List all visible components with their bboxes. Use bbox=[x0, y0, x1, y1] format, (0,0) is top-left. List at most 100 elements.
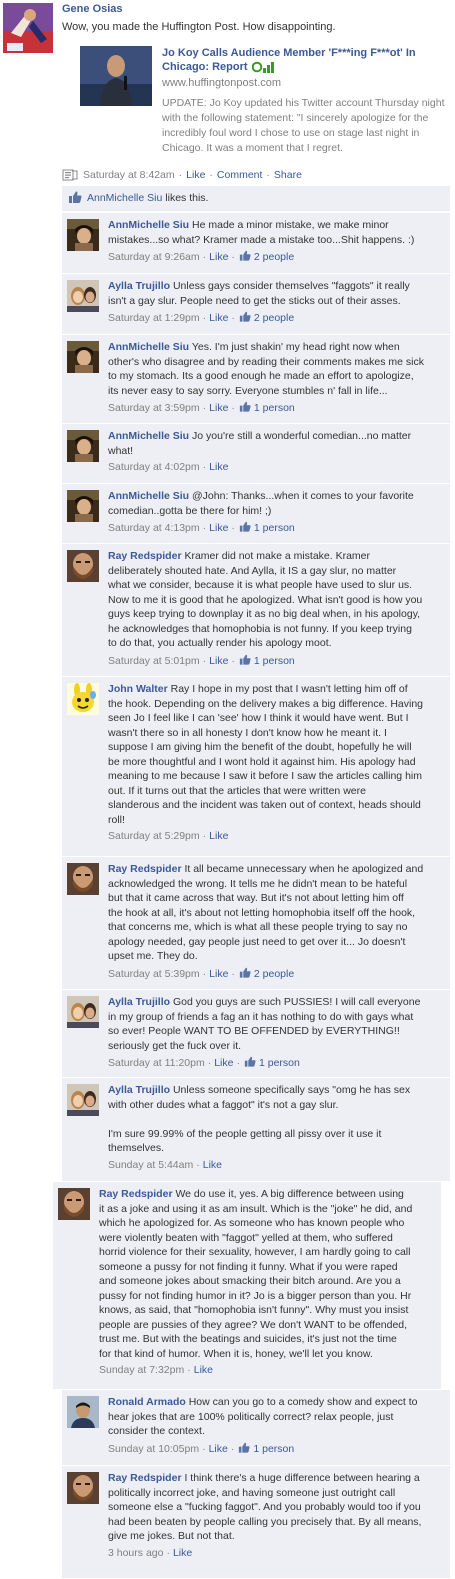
comment-likes-count[interactable]: 1 person bbox=[254, 522, 295, 534]
commenter-avatar[interactable] bbox=[67, 430, 99, 462]
commenter-name[interactable]: AnnMichelle Siu bbox=[108, 219, 189, 231]
comment-body: John Walter Ray I hope in my post that I… bbox=[108, 682, 423, 827]
separator-dot: · bbox=[236, 1057, 240, 1069]
comment-line: in my group of friends a fag an it has n… bbox=[108, 1010, 420, 1025]
comment-timestamp[interactable]: Saturday at 5:39pm bbox=[108, 968, 200, 980]
commenter-avatar[interactable] bbox=[67, 863, 99, 895]
poster-avatar[interactable] bbox=[3, 3, 53, 53]
comment-likes-count[interactable]: 2 people bbox=[254, 312, 294, 324]
separator-dot: · bbox=[207, 1057, 212, 1069]
commenter-name[interactable]: AnnMichelle Siu bbox=[108, 490, 189, 502]
comment-text: hear jokes that are 100% politically cor… bbox=[108, 1410, 394, 1423]
comment-like-link[interactable]: Like bbox=[209, 655, 228, 667]
comment-timestamp[interactable]: Sunday at 7:32pm bbox=[99, 1364, 184, 1376]
comment-line: for that kind of humor. When it is, hone… bbox=[99, 1347, 412, 1362]
commenter-avatar[interactable] bbox=[67, 490, 99, 522]
commenter-name[interactable]: Aylla Trujillo bbox=[108, 280, 170, 292]
comment-like-link[interactable]: Like bbox=[209, 830, 228, 842]
comment-like-link[interactable]: Like bbox=[209, 968, 228, 980]
post-share-link[interactable]: Share bbox=[274, 169, 302, 181]
comment-text: what! bbox=[108, 444, 134, 457]
post-like-link[interactable]: Like bbox=[186, 169, 205, 181]
commenter-name[interactable]: Ray Redspider bbox=[99, 1188, 173, 1200]
comment-likes-count[interactable]: 2 people bbox=[254, 968, 294, 980]
commenter-name[interactable]: Ray Redspider bbox=[108, 550, 182, 562]
commenter-avatar[interactable] bbox=[67, 1084, 99, 1116]
comment-likes-count[interactable]: 1 person bbox=[254, 655, 295, 667]
comment: AnnMichelle Siu Yes. I'm just shakin' my… bbox=[62, 335, 450, 424]
commenter-avatar[interactable] bbox=[67, 1472, 99, 1504]
comment-text: comedian..gotta be there for him! ;) bbox=[108, 504, 272, 517]
comment-text: Unless someone specifically says "omg he… bbox=[172, 1084, 411, 1096]
separator-dot: · bbox=[231, 654, 235, 667]
commenter-name[interactable]: Aylla Trujillo bbox=[108, 996, 170, 1008]
commenter-name[interactable]: AnnMichelle Siu bbox=[108, 341, 189, 353]
comment-like-link[interactable]: Like bbox=[209, 402, 228, 414]
comment-like-link[interactable]: Like bbox=[173, 1547, 192, 1559]
commenter-name[interactable]: Ray Redspider bbox=[108, 1472, 182, 1484]
commenter-name[interactable]: John Walter bbox=[108, 683, 168, 695]
commenter-avatar[interactable] bbox=[67, 550, 99, 582]
comment-body: Ray Redspider Kramer did not make a mist… bbox=[108, 549, 422, 651]
commenter-name[interactable]: Ray Redspider bbox=[108, 863, 182, 875]
commenter-avatar[interactable] bbox=[67, 219, 99, 251]
comment-line: Now to me it is good that he apologized.… bbox=[108, 593, 422, 608]
comment-timestamp[interactable]: Saturday at 3:59pm bbox=[108, 402, 200, 414]
comment-timestamp[interactable]: Saturday at 11:20pm bbox=[108, 1057, 205, 1069]
comment-text: seen Jo I feel like I can 'see' how I th… bbox=[108, 712, 409, 724]
commenter-name[interactable]: Aylla Trujillo bbox=[108, 1084, 170, 1096]
commenter-avatar[interactable] bbox=[67, 683, 99, 715]
comment-line: that concerns me, which is what all thes… bbox=[108, 920, 423, 935]
comment-line: Ronald Armado How can you go to a comedy… bbox=[108, 1395, 418, 1410]
comment-line: its never easy to say sorry. Everyone st… bbox=[108, 384, 424, 399]
shared-link-icon bbox=[62, 169, 78, 181]
link-title-line[interactable]: Chicago: Report bbox=[162, 60, 248, 74]
comment-timestamp[interactable]: Saturday at 4:02pm bbox=[108, 461, 200, 473]
comment-text: Now to me it is good that he apologized.… bbox=[108, 593, 423, 606]
comment-line: apology needed, gay people just need to … bbox=[108, 935, 423, 950]
comment-like-link[interactable]: Like bbox=[209, 522, 228, 534]
commenter-avatar[interactable] bbox=[67, 996, 99, 1028]
comment-line: be more thoughtful and I wont hold it ag… bbox=[108, 755, 423, 770]
comment-likes-count[interactable]: 1 person bbox=[253, 1443, 294, 1455]
comment-text: Ray I hope in my post that I wasn't lett… bbox=[170, 683, 408, 695]
comment-timestamp[interactable]: Sunday at 5:44am bbox=[108, 1159, 193, 1171]
comment-likes-count[interactable]: 1 person bbox=[259, 1057, 300, 1069]
poster-name[interactable]: Gene Osias bbox=[62, 3, 452, 16]
comment-like-link[interactable]: Like bbox=[209, 461, 228, 473]
likes-text: likes this. bbox=[165, 192, 209, 204]
link-thumbnail[interactable] bbox=[80, 46, 152, 106]
link-title[interactable]: Jo Koy Calls Audience Member 'F***ing F*… bbox=[162, 46, 455, 74]
comment-timestamp[interactable]: Saturday at 9:26am bbox=[108, 251, 200, 263]
comment-line: Ray Redspider Kramer did not make a mist… bbox=[108, 549, 422, 564]
commenter-avatar[interactable] bbox=[67, 280, 99, 312]
comment-timestamp[interactable]: Saturday at 5:29pm bbox=[108, 830, 200, 842]
comment-line: knows, as said, that "homophobia isn't f… bbox=[99, 1303, 412, 1318]
link-url[interactable]: www.huffingtonpost.com bbox=[162, 76, 455, 90]
post-timestamp[interactable]: Saturday at 8:42am bbox=[83, 169, 175, 181]
liker-name-link[interactable]: AnnMichelle Siu bbox=[87, 192, 162, 204]
commenter-avatar[interactable] bbox=[67, 1396, 99, 1428]
comment: Ray Redspider Kramer did not make a mist… bbox=[62, 544, 450, 677]
comment-likes-count[interactable]: 2 people bbox=[254, 251, 294, 263]
comment-likes-count[interactable]: 1 person bbox=[254, 402, 295, 414]
commenter-avatar[interactable] bbox=[67, 341, 99, 373]
comment-timestamp[interactable]: Sunday at 10:05pm bbox=[108, 1443, 199, 1455]
separator-dot: · bbox=[231, 967, 235, 980]
post-comment-link[interactable]: Comment bbox=[217, 169, 263, 181]
comment-timestamp[interactable]: Saturday at 1:29pm bbox=[108, 312, 200, 324]
commenter-name[interactable]: Ronald Armado bbox=[108, 1396, 186, 1408]
comment-like-link[interactable]: Like bbox=[209, 312, 228, 324]
commenter-avatar[interactable] bbox=[58, 1188, 90, 1220]
comment-timestamp[interactable]: Saturday at 5:01pm bbox=[108, 655, 200, 667]
comment-timestamp[interactable]: 3 hours ago bbox=[108, 1547, 163, 1559]
comment-like-link[interactable]: Like bbox=[209, 1443, 228, 1455]
comment-like-link[interactable]: Like bbox=[194, 1364, 213, 1376]
commenter-name[interactable]: AnnMichelle Siu bbox=[108, 430, 189, 442]
comment-line: guys keep trying to downplay it as no bi… bbox=[108, 607, 422, 622]
comment-like-link[interactable]: Like bbox=[203, 1159, 222, 1171]
comment-like-link[interactable]: Like bbox=[214, 1057, 233, 1069]
comment-like-link[interactable]: Like bbox=[209, 251, 228, 263]
comment-timestamp[interactable]: Saturday at 4:13pm bbox=[108, 522, 200, 534]
link-title-line[interactable]: Jo Koy Calls Audience Member 'F***ing F*… bbox=[162, 46, 455, 60]
